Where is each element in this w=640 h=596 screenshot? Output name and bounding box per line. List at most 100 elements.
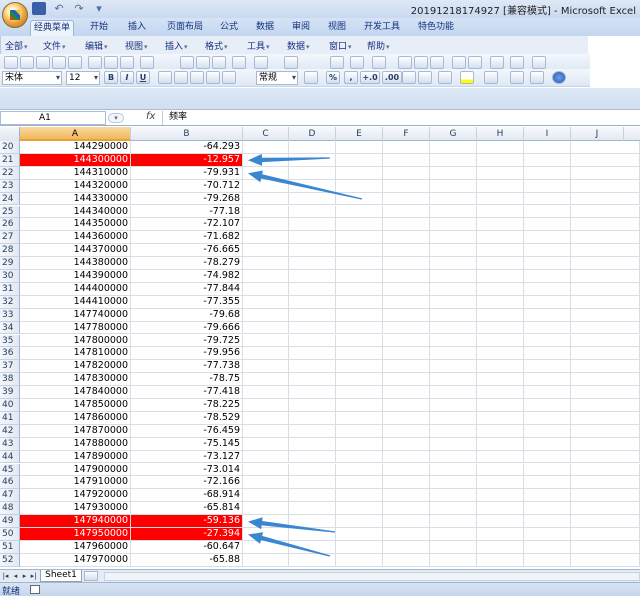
menu-view[interactable]: 视图 — [125, 39, 148, 52]
cell-f[interactable] — [383, 295, 430, 309]
macro-record-icon[interactable] — [30, 585, 40, 594]
cell-e[interactable] — [336, 553, 383, 567]
cell-c[interactable] — [243, 153, 289, 167]
cell-a[interactable]: 144310000 — [20, 166, 131, 180]
cell-i[interactable] — [524, 218, 571, 232]
cell-e[interactable] — [336, 321, 383, 335]
insert-sheet-icon[interactable] — [84, 571, 98, 581]
cell-h[interactable] — [477, 489, 524, 503]
cell-a[interactable]: 147910000 — [20, 476, 131, 490]
cell-h[interactable] — [477, 244, 524, 258]
row-header[interactable]: 51 — [0, 540, 20, 554]
cell-i[interactable] — [524, 166, 571, 180]
row-header[interactable]: 38 — [0, 373, 20, 387]
cell-c[interactable] — [243, 218, 289, 232]
cell-j[interactable] — [571, 373, 640, 387]
help-icon[interactable] — [552, 71, 566, 84]
cell-a[interactable]: 147900000 — [20, 463, 131, 477]
decrease-decimal-button[interactable]: .00 — [382, 71, 402, 84]
cell-c[interactable] — [243, 321, 289, 335]
tab-formulas[interactable]: 公式 — [214, 20, 244, 36]
cell-j[interactable] — [571, 489, 640, 503]
autosum-icon[interactable] — [350, 56, 364, 69]
cell-e[interactable] — [336, 308, 383, 322]
cell-g[interactable] — [430, 153, 477, 167]
filter-icon[interactable] — [430, 56, 444, 69]
cell-i[interactable] — [524, 153, 571, 167]
cell-d[interactable] — [289, 463, 336, 477]
cell-c[interactable] — [243, 553, 289, 567]
redo-icon[interactable]: ↷ — [72, 2, 86, 15]
cell-h[interactable] — [477, 424, 524, 438]
cell-f[interactable] — [383, 489, 430, 503]
row-header[interactable]: 32 — [0, 295, 20, 309]
cell-e[interactable] — [336, 489, 383, 503]
italic-button[interactable]: I — [120, 71, 134, 84]
cell-f[interactable] — [383, 282, 430, 296]
cell-c[interactable] — [243, 424, 289, 438]
open-folder-icon[interactable] — [20, 56, 34, 69]
cell-i[interactable] — [524, 528, 571, 541]
cell-h[interactable] — [477, 205, 524, 219]
cell-h[interactable] — [477, 528, 524, 541]
cell-g[interactable] — [430, 218, 477, 232]
research-icon[interactable] — [510, 71, 524, 84]
cell-a[interactable]: 144320000 — [20, 179, 131, 193]
row-header[interactable]: 34 — [0, 321, 20, 335]
cell-g[interactable] — [430, 553, 477, 567]
cell-g[interactable] — [430, 386, 477, 399]
cell-c[interactable] — [243, 386, 289, 399]
cell-f[interactable] — [383, 540, 430, 554]
justify-icon[interactable] — [206, 71, 220, 84]
cell-d[interactable] — [289, 540, 336, 554]
cell-c[interactable] — [243, 141, 289, 154]
cell-h[interactable] — [477, 347, 524, 361]
cell-e[interactable] — [336, 476, 383, 490]
align-left-icon[interactable] — [158, 71, 172, 84]
cell-j[interactable] — [571, 244, 640, 258]
cell-j[interactable] — [571, 192, 640, 206]
cell-j[interactable] — [571, 424, 640, 438]
cell-h[interactable] — [477, 411, 524, 425]
undo-icon[interactable] — [254, 56, 268, 69]
cell-f[interactable] — [383, 347, 430, 361]
cell-c[interactable] — [243, 257, 289, 270]
border-icon[interactable] — [438, 71, 452, 84]
cell-d[interactable] — [289, 244, 336, 258]
cell-d[interactable] — [289, 502, 336, 516]
cell-j[interactable] — [571, 153, 640, 167]
last-sheet-icon[interactable]: ▸| — [29, 571, 38, 581]
spelling-icon[interactable] — [104, 56, 118, 69]
row-header[interactable]: 20 — [0, 141, 20, 154]
font-size-select[interactable]: 12 — [66, 71, 100, 85]
cell-h[interactable] — [477, 166, 524, 180]
menu-tools[interactable]: 工具 — [247, 39, 270, 52]
row-header[interactable]: 46 — [0, 476, 20, 490]
cell-e[interactable] — [336, 244, 383, 258]
increase-decimal-button[interactable]: +.0 — [360, 71, 380, 84]
underline-button[interactable]: U — [136, 71, 150, 84]
cell-e[interactable] — [336, 270, 383, 283]
cell-h[interactable] — [477, 502, 524, 516]
cell-i[interactable] — [524, 386, 571, 399]
cell-a[interactable]: 147800000 — [20, 334, 131, 348]
row-header[interactable]: 22 — [0, 166, 20, 180]
cell-a[interactable]: 147850000 — [20, 399, 131, 412]
cell-h[interactable] — [477, 218, 524, 232]
cell-c[interactable] — [243, 411, 289, 425]
cell-d[interactable] — [289, 270, 336, 283]
cell-j[interactable] — [571, 270, 640, 283]
cell-f[interactable] — [383, 205, 430, 219]
cell-c[interactable] — [243, 295, 289, 309]
column-header-c[interactable]: C — [243, 127, 289, 141]
macro-icon[interactable] — [510, 56, 524, 69]
cell-f[interactable] — [383, 424, 430, 438]
paste-icon[interactable] — [212, 56, 226, 69]
cell-h[interactable] — [477, 476, 524, 490]
copy-icon[interactable] — [196, 56, 210, 69]
drawing-icon[interactable] — [468, 56, 482, 69]
column-header-j[interactable]: J — [571, 127, 624, 141]
cell-c[interactable] — [243, 489, 289, 503]
cell-c[interactable] — [243, 244, 289, 258]
cell-j[interactable] — [571, 360, 640, 374]
